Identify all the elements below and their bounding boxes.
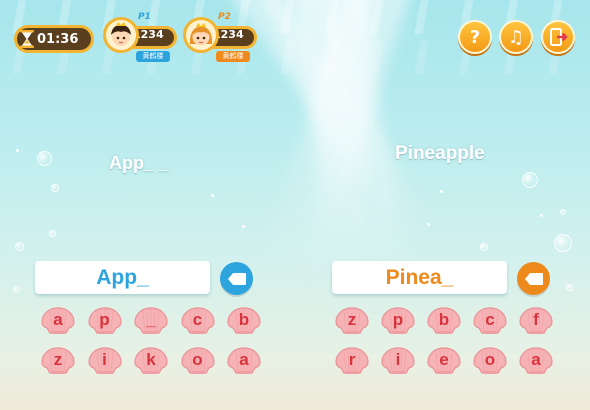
letter-label: o bbox=[192, 350, 203, 369]
timer-value: 01:36 bbox=[37, 31, 79, 47]
letter-label: a bbox=[531, 350, 541, 369]
right-letter-shell[interactable]: a bbox=[518, 346, 554, 376]
player-1-tag: P1 bbox=[138, 12, 151, 22]
hourglass-icon bbox=[20, 30, 34, 48]
letter-label: b bbox=[438, 310, 450, 329]
letter-label: z bbox=[347, 310, 357, 329]
player-2-card: P2 1234 黄鹤楼 bbox=[183, 12, 257, 62]
letter-label: b bbox=[238, 310, 250, 329]
backspace-icon bbox=[227, 272, 246, 285]
music-icon: ♫ bbox=[507, 26, 525, 48]
right-backspace-button[interactable] bbox=[517, 262, 550, 295]
music-button[interactable]: ♫ bbox=[499, 20, 533, 54]
letter-label: k bbox=[146, 350, 156, 369]
sparkle bbox=[440, 190, 443, 193]
bubble bbox=[15, 242, 24, 251]
right-letter-shell[interactable]: e bbox=[426, 346, 462, 376]
letter-label: z bbox=[53, 350, 63, 369]
letter-label: o bbox=[484, 350, 496, 369]
bubble bbox=[522, 172, 538, 188]
exit-button[interactable] bbox=[541, 20, 575, 54]
bubble bbox=[13, 286, 20, 293]
letter-label: i bbox=[102, 350, 107, 369]
bubble bbox=[37, 151, 52, 166]
sparkle bbox=[242, 225, 245, 228]
letter-label: a bbox=[239, 350, 249, 369]
right-letter-shell[interactable]: b bbox=[426, 306, 462, 336]
bubble bbox=[554, 234, 572, 252]
left-prompt-word: App_ _ bbox=[109, 153, 170, 173]
right-letter-shell[interactable]: o bbox=[472, 346, 508, 376]
left-answer-box: App_ bbox=[35, 261, 210, 294]
help-icon: ? bbox=[469, 26, 481, 48]
right-letter-shell[interactable]: p bbox=[380, 306, 416, 336]
letter-label: i bbox=[395, 350, 401, 369]
left-letter-shell[interactable]: a bbox=[226, 346, 262, 376]
left-letter-shell[interactable]: o bbox=[180, 346, 216, 376]
right-prompt-word: Pineapple bbox=[395, 143, 485, 164]
player-1-card: P1 1234 黄鹤楼 bbox=[103, 12, 177, 62]
left-letter-shell[interactable]: i bbox=[87, 346, 123, 376]
left-letter-shell[interactable]: k bbox=[133, 346, 169, 376]
left-answer-text: App_ bbox=[96, 265, 149, 289]
letter-label: c bbox=[485, 310, 495, 329]
right-letter-shell[interactable]: i bbox=[380, 346, 416, 376]
right-letter-shell[interactable]: f bbox=[518, 306, 554, 336]
player-2-badge: 黄鹤楼 bbox=[216, 51, 250, 62]
bubble bbox=[480, 243, 488, 251]
player-2-avatar bbox=[183, 17, 219, 53]
sparkle bbox=[211, 194, 214, 197]
left-letter-shell[interactable]: _ bbox=[133, 306, 169, 336]
bubble bbox=[560, 209, 566, 215]
sparkle bbox=[540, 214, 543, 217]
bubble bbox=[49, 230, 56, 237]
left-letter-shell[interactable]: c bbox=[180, 306, 216, 336]
right-letter-shell[interactable]: z bbox=[334, 306, 370, 336]
right-answer-text: Pinea_ bbox=[385, 265, 454, 289]
player-1-badge: 黄鹤楼 bbox=[136, 51, 170, 62]
letter-label: e bbox=[439, 350, 449, 369]
exit-icon bbox=[550, 28, 568, 46]
bubble bbox=[51, 184, 59, 192]
letter-label: r bbox=[348, 350, 356, 369]
right-letter-shell[interactable]: c bbox=[472, 306, 508, 336]
timer: 01:36 bbox=[14, 25, 94, 53]
letter-label: c bbox=[192, 310, 203, 329]
left-letter-shell[interactable]: b bbox=[226, 306, 262, 336]
letter-label: a bbox=[53, 310, 63, 329]
backspace-icon bbox=[524, 272, 543, 285]
letter-label: _ bbox=[146, 310, 156, 329]
right-letter-shell[interactable]: r bbox=[334, 346, 370, 376]
sparkle bbox=[427, 223, 430, 226]
left-backspace-button[interactable] bbox=[220, 262, 253, 295]
left-letter-shell[interactable]: p bbox=[87, 306, 123, 336]
player-1-avatar bbox=[103, 17, 139, 53]
help-button[interactable]: ? bbox=[458, 20, 492, 54]
left-letter-shell[interactable]: a bbox=[40, 306, 76, 336]
game-scene: 01:36 P1 1234 黄鹤楼 P2 1234 黄鹤楼 ? ♫ App_ _… bbox=[0, 0, 590, 410]
bubble bbox=[566, 284, 573, 291]
right-answer-box: Pinea_ bbox=[332, 261, 507, 294]
left-letter-shell[interactable]: z bbox=[40, 346, 76, 376]
player-2-tag: P2 bbox=[218, 12, 231, 22]
letter-label: p bbox=[99, 310, 110, 329]
letter-label: f bbox=[533, 310, 539, 329]
letter-label: p bbox=[392, 310, 404, 329]
sparkle bbox=[16, 149, 19, 152]
